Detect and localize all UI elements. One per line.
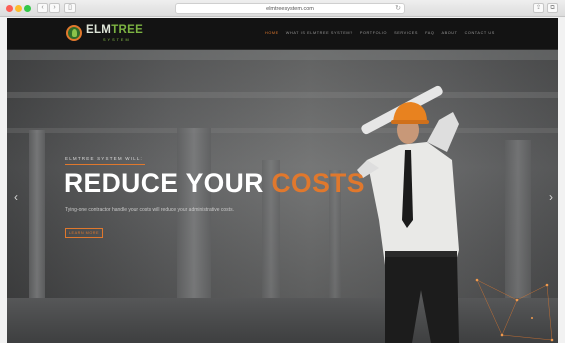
- logo-word-elm: ELM: [86, 24, 112, 36]
- menu-item-faq[interactable]: FAQ: [425, 31, 434, 35]
- website: ELMTREE SYSTEM HOME WHAT IS ELMTREE SYST…: [7, 18, 558, 343]
- menu-item-about[interactable]: ABOUT: [441, 31, 457, 35]
- reload-icon[interactable]: ↻: [395, 4, 401, 14]
- learn-more-button[interactable]: LEARN MORE: [65, 228, 103, 238]
- site-navbar: ELMTREE SYSTEM HOME WHAT IS ELMTREE SYST…: [7, 18, 558, 50]
- menu-item-services[interactable]: SERVICES: [394, 31, 418, 35]
- menu-item-contact[interactable]: CONTACT US: [465, 31, 495, 35]
- hero-eyebrow: ELMTREE SYSTEM WILL:: [65, 156, 144, 161]
- tabs-icon[interactable]: ⧉: [547, 3, 558, 13]
- menu-item-what-is[interactable]: WHAT IS ELMTREE SYSTEM?: [286, 31, 353, 35]
- hero-headline: REDUCE YOUR COSTS: [64, 168, 365, 199]
- address-bar[interactable]: elmtreesystem.com ↻: [175, 3, 405, 14]
- sidebar-toggle-icon[interactable]: ▯: [64, 3, 76, 13]
- eyebrow-underline: [65, 164, 145, 165]
- logo-word-tree: TREE: [111, 24, 144, 36]
- tree-logo-icon[interactable]: [66, 25, 82, 41]
- close-window-button[interactable]: [6, 5, 13, 12]
- zoom-window-button[interactable]: [24, 5, 31, 12]
- slider-next-arrow[interactable]: ›: [549, 190, 553, 204]
- share-icon[interactable]: ⇪: [533, 3, 544, 13]
- hero-slider: ‹ › ELMTREE SYSTEM WILL: REDUCE YOUR COS…: [7, 50, 558, 343]
- headline-accent: COSTS: [271, 168, 365, 198]
- slider-prev-arrow[interactable]: ‹: [14, 190, 18, 204]
- browser-toolbar: ‹ › ▯ elmtreesystem.com ↻ ⇪ ⧉: [0, 0, 565, 17]
- main-menu: HOME WHAT IS ELMTREE SYSTEM? PORTFOLIO S…: [265, 31, 495, 35]
- minimize-window-button[interactable]: [15, 5, 22, 12]
- logo-subtitle: SYSTEM: [103, 38, 131, 42]
- logo-wordmark[interactable]: ELMTREE: [86, 24, 143, 36]
- menu-item-home[interactable]: HOME: [265, 31, 279, 35]
- forward-button[interactable]: ›: [49, 3, 60, 13]
- menu-item-portfolio[interactable]: PORTFOLIO: [360, 31, 387, 35]
- back-button[interactable]: ‹: [37, 3, 48, 13]
- hero-subtext: Tying-one contractor handle your costs w…: [65, 207, 234, 213]
- url-text: elmtreesystem.com: [266, 6, 314, 12]
- headline-main: REDUCE YOUR: [64, 168, 272, 198]
- browser-window: ‹ › ▯ elmtreesystem.com ↻ ⇪ ⧉ ELMTREE SY…: [0, 0, 565, 343]
